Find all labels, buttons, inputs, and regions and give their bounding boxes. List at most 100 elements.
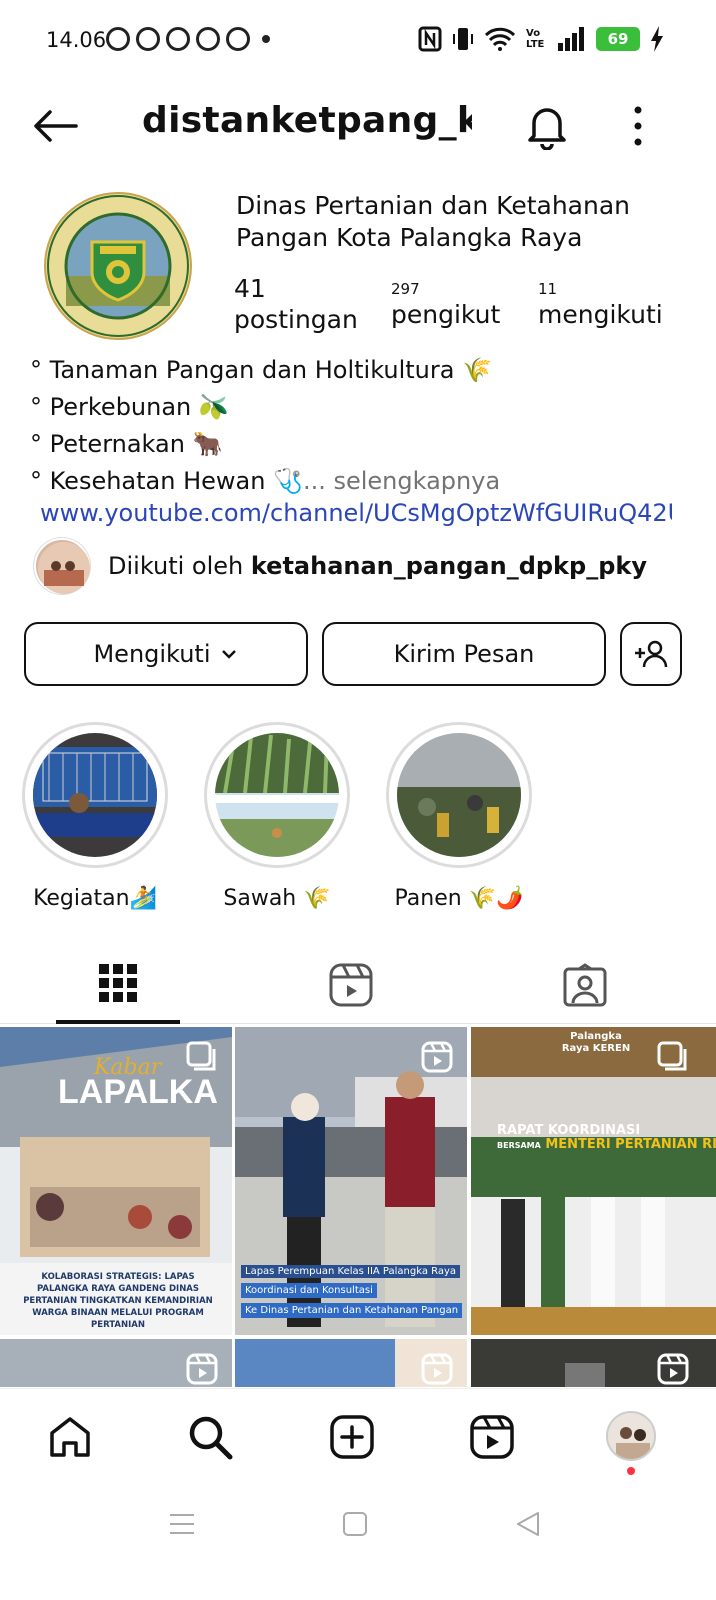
add-person-icon — [635, 640, 668, 668]
highlight-label: Sawah 🌾 — [223, 886, 331, 911]
post-subtitle: BERSAMA MENTERI PERTANIAN RI — [497, 1137, 716, 1152]
post-subtitle-main: MENTERI PERTANIAN RI — [545, 1137, 716, 1152]
profile-link[interactable]: www.youtube.com/channel/UCsMgOptzWfGUIRu… — [32, 498, 672, 528]
more-notifications-dot — [262, 35, 270, 43]
post-thumbnail[interactable]: Lapas Perempuan Kelas IIA Palangka Raya … — [235, 1027, 467, 1335]
home-icon[interactable] — [46, 1413, 94, 1461]
highlight-label: Kegiatan🏄 — [33, 886, 157, 911]
profile-avatar[interactable] — [44, 192, 192, 340]
profile-link-url[interactable]: www.youtube.com/channel/UCsMgOptzWfGUIRu… — [40, 499, 672, 527]
reels-icon — [329, 963, 373, 1007]
content-tabs — [0, 946, 716, 1024]
message-button[interactable]: Kirim Pesan — [322, 622, 606, 686]
highlight-ring — [386, 722, 532, 868]
reel-icon — [186, 1353, 218, 1385]
sync-icon — [136, 27, 160, 51]
post-caption: KOLABORASI STRATEGIS: LAPAS PALANGKA RAY… — [23, 1272, 213, 1330]
bell-icon[interactable] — [522, 100, 572, 150]
tab-posts-grid[interactable] — [56, 946, 180, 1024]
stat-posts[interactable]: 41 postingan — [234, 274, 358, 334]
sync-icon — [226, 27, 250, 51]
post-caption-line: Ke Dinas Pertanian dan Ketahanan Pangan — [241, 1303, 463, 1318]
profile-bio: ° Tanaman Pangan dan Holtikultura 🌾 ° Pe… — [30, 352, 500, 500]
posts-grid: Kabar LAPALKA KOLABORASI STRATEGIS: LAPA… — [0, 1027, 716, 1387]
post-thumbnail[interactable] — [471, 1339, 716, 1387]
reel-icon — [657, 1353, 689, 1385]
search-icon[interactable] — [186, 1413, 234, 1461]
bio-see-more-link[interactable]: ... selengkapnya — [303, 467, 500, 495]
post-caption-line: Lapas Perempuan Kelas IIA Palangka Raya — [241, 1265, 461, 1278]
highlight-cover — [33, 733, 157, 857]
suggest-people-button[interactable] — [620, 622, 682, 686]
tagged-person-icon — [563, 963, 607, 1007]
tab-tagged[interactable] — [466, 946, 704, 1024]
bio-line: ° Tanaman Pangan dan Holtikultura 🌾 — [30, 356, 492, 384]
highlight-ring — [204, 722, 350, 868]
bottom-navigation — [0, 1388, 716, 1484]
display-name: Dinas Pertanian dan Ketahanan Pangan Kot… — [236, 191, 631, 252]
post-thumbnail[interactable] — [0, 1339, 232, 1387]
wifi-icon — [484, 27, 516, 51]
post-thumbnail[interactable] — [235, 1339, 467, 1387]
bio-line: ° Peternakan 🐂 — [30, 430, 223, 458]
post-thumbnail[interactable]: Kabar LAPALKA KOLABORASI STRATEGIS: LAPA… — [0, 1027, 232, 1335]
reels-icon[interactable] — [468, 1413, 516, 1461]
followers-label: pengikut — [391, 300, 501, 329]
charging-icon — [651, 26, 663, 52]
posts-count: 41 — [234, 274, 266, 303]
highlight-cover — [215, 733, 339, 857]
signal-icon — [558, 27, 584, 51]
highlight-sawah[interactable]: Sawah 🌾 — [204, 722, 350, 911]
stat-following[interactable]: 11 mengikuti — [538, 274, 663, 329]
agency-logo — [46, 194, 190, 338]
following-label: mengikuti — [538, 300, 663, 329]
stat-followers[interactable]: 297 pengikut — [391, 274, 500, 329]
highlight-panen[interactable]: Panen 🌾🌶️ — [386, 722, 532, 911]
reel-icon — [421, 1353, 453, 1385]
followed-by-user[interactable]: ketahanan_pangan_dpkp_pky — [251, 552, 647, 580]
home-square-icon[interactable] — [342, 1510, 368, 1538]
profile-actions: Mengikuti Kirim Pesan — [24, 622, 682, 686]
status-bar: 14.06 Vo LTE 69 — [0, 0, 716, 84]
bio-line: ° Perkebunan 🫒 — [30, 393, 229, 421]
carousel-icon — [657, 1041, 687, 1071]
battery-indicator: 69 — [596, 27, 640, 51]
post-title: RAPAT KOORDINASI — [497, 1123, 641, 1138]
back-triangle-icon[interactable] — [514, 1510, 542, 1538]
posts-label: postingan — [234, 305, 358, 334]
carousel-icon — [186, 1041, 216, 1071]
post-subtitle-prefix: BERSAMA — [497, 1141, 541, 1150]
menu-icon[interactable] — [168, 1512, 196, 1536]
following-count: 11 — [538, 280, 558, 298]
following-button-label: Mengikuti — [93, 640, 211, 668]
sync-icon — [166, 27, 190, 51]
whatsapp-icon — [106, 27, 130, 51]
sync-icon — [196, 27, 220, 51]
followed-by-prefix: Diikuti oleh — [108, 552, 251, 580]
profile-handle: distanketpang_kota... — [142, 100, 472, 141]
follower-avatar — [34, 538, 90, 594]
post-tag: Palangka Raya KEREN — [561, 1031, 631, 1054]
bio-line: ° Kesehatan Hewan 🩺 — [30, 467, 303, 495]
post-thumbnail[interactable]: Palangka Raya KEREN RAPAT KOORDINASI BER… — [471, 1027, 716, 1335]
followed-by-row[interactable]: Diikuti oleh ketahanan_pangan_dpkp_pky — [34, 538, 647, 594]
back-arrow-icon[interactable] — [30, 106, 80, 146]
profile-tab-avatar[interactable] — [606, 1411, 656, 1461]
following-button[interactable]: Mengikuti — [24, 622, 308, 686]
nfc-icon — [418, 26, 442, 52]
reel-icon — [421, 1041, 453, 1073]
create-post-icon[interactable] — [328, 1413, 376, 1461]
post-title: LAPALKA — [58, 1073, 218, 1111]
highlight-ring — [22, 722, 168, 868]
vibrate-icon — [453, 28, 473, 50]
highlight-label: Panen 🌾🌶️ — [394, 886, 524, 911]
status-right: Vo LTE 69 — [418, 26, 664, 52]
notification-dot — [627, 1467, 635, 1475]
highlight-cover — [397, 733, 521, 857]
highlight-kegiatan[interactable]: Kegiatan🏄 — [22, 722, 168, 911]
more-options-icon[interactable] — [626, 102, 650, 150]
status-time: 14.06 — [46, 28, 107, 52]
chevron-down-icon — [221, 650, 236, 659]
system-navigation-bar — [0, 1490, 716, 1600]
tab-reels[interactable] — [232, 946, 470, 1024]
